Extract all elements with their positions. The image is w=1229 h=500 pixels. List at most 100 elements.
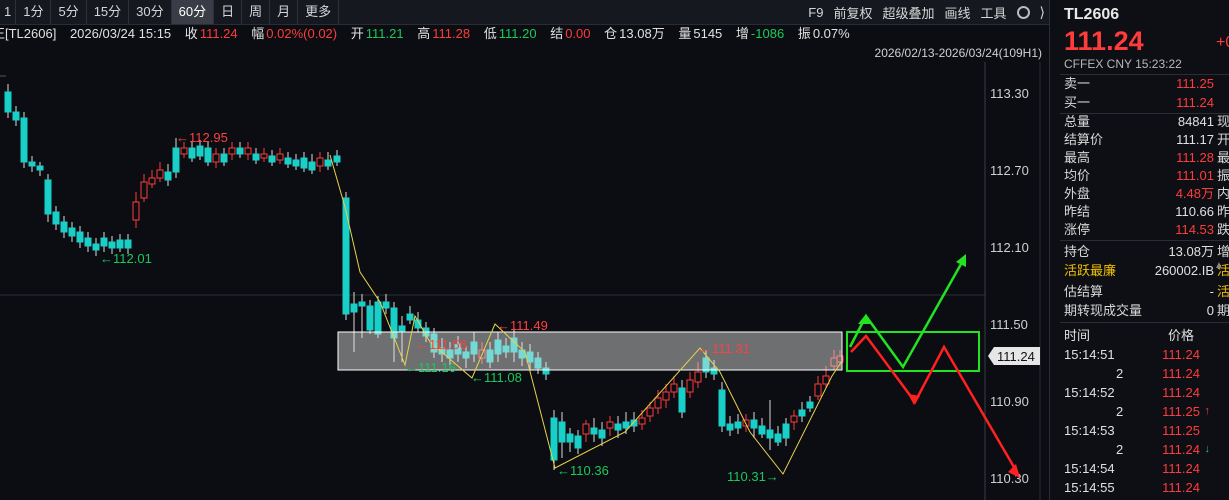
candle-down [308,161,316,171]
stat-label: 最高 [1064,150,1091,165]
tick-time: 2 [1116,404,1124,419]
candle-up [276,153,284,161]
candle-up [148,177,156,185]
tab-15min[interactable]: 15分 [87,0,130,24]
y-tick-label: 112.70 [990,163,1029,178]
stat-label: 外盘 [1064,186,1091,201]
candle-up [212,153,220,163]
tick-row: 2 111.24 ↓ [1064,440,1224,459]
stat-extra: 期 [1217,303,1229,318]
candle-down [92,243,100,251]
tick-price: 111.24 [1162,385,1200,400]
tick-row: 2 111.24 [1064,364,1224,383]
candlestick-chart[interactable]: 113.30 112.70 112.10 111.50 110.90 110.3… [0,62,1049,500]
f9-button[interactable]: F9 [808,5,823,20]
tick-time: 15:14:52 [1064,385,1115,400]
candles [4,84,844,470]
annotation-111-49: ←111.49 [497,318,548,333]
candle-up [662,391,670,401]
divider [1060,240,1229,241]
tick-row: 15:14:55 111.24 [1064,478,1224,497]
annotation-111-16: ←111.16 [405,360,456,375]
stat-value: 110.66 [1175,204,1214,219]
candle-down [204,147,212,163]
amp-value: 0.07% [812,26,850,41]
tools-button[interactable]: 工具 [981,3,1007,22]
candle-up [180,147,188,155]
low-label: 低 [483,26,497,41]
candle-down [558,421,566,443]
candle-down [20,117,28,163]
draw-button[interactable]: 画线 [945,3,971,22]
overlay-button[interactable]: 超级叠加 [882,3,934,22]
candle-down [398,325,406,333]
tick-time: 15:14:54 [1064,461,1115,476]
candle-down [4,91,12,113]
tab-week[interactable]: 周 [242,0,271,24]
y-tick-label: 110.90 [990,394,1029,409]
tab-more[interactable]: 更多 [298,0,340,24]
tick-row: 15:14:52 111.24 [1064,383,1224,402]
candle-down [382,301,390,309]
candle-up [228,147,236,155]
side-exchange: CFFEX CNY 15:23:22 [1064,57,1182,71]
period-toolbar: 1 1分 5分 15分 30分 60分 日 周 月 更多 F9 前复权 超级叠加… [0,0,1049,25]
candle-up [582,423,590,435]
adjust-button[interactable]: 前复权 [833,3,872,22]
tab-1min[interactable]: 1分 [16,0,52,24]
tick-time: 2 [1116,442,1124,457]
stat-extra: 振 [1217,168,1229,183]
tab-5min[interactable]: 5分 [51,0,87,24]
candle-down [774,433,782,443]
candle-down [172,147,180,173]
gear-icon[interactable] [1016,5,1030,19]
tick-time: 15:14:55 [1064,480,1115,495]
candle-up [316,157,324,167]
sell1-price: 111.25 [1176,76,1214,91]
buy1-row[interactable]: 买一 111.24 [1064,94,1214,112]
toolbar-right: F9 前复权 超级叠加 画线 工具 ⟩ [808,0,1045,24]
stat-label: 估结算 [1064,284,1104,299]
stat-row: 结算价 111.17 开 [1064,131,1229,149]
candle-down [678,387,686,413]
stat-row: 涨停 114.53 跌 [1064,221,1229,239]
stat-label: 活跃最廉 [1064,263,1117,278]
candle-down [406,313,414,321]
stat-value: 13.08万 [1168,244,1214,259]
stat-row: 总量 84841 现 [1064,113,1229,131]
candle-down [590,427,598,435]
candle-up [814,383,822,397]
candle-up [606,421,614,429]
side-change: +0 [1216,34,1229,51]
y-tick-label: 111.50 [990,317,1028,332]
y-axis: 113.30 112.70 112.10 111.50 110.90 110.3… [988,86,1040,486]
tab-60min[interactable]: 60分 [171,0,215,24]
candle-down [766,429,774,439]
tick-price: 111.25 [1162,423,1200,438]
candle-up [670,383,678,393]
candle-down [28,161,36,167]
tab-month[interactable]: 月 [270,0,299,24]
sell1-row[interactable]: 卖一 111.25 [1064,75,1214,93]
scroll-up-icon[interactable]: ▲ [1214,260,1224,271]
candle-down [358,301,366,307]
tab-1min-partial[interactable]: 1 [0,0,17,24]
grid [0,62,1041,500]
quote-side-panel: TL2606 111.24 +0 CFFEX CNY 15:23:22 卖一 1… [1049,0,1229,500]
side-last-price: 111.24 [1064,26,1144,56]
date-range: 2026/02/13-2026/03/24(109H1) [874,46,1042,60]
candle-down [574,435,582,449]
candle-down [284,157,292,165]
ticks-time-header: 时间 [1064,328,1091,343]
stat-value: 114.53 [1175,222,1214,237]
tab-30min[interactable]: 30分 [129,0,172,24]
tick-price: 111.24 [1162,347,1200,362]
collapse-icon[interactable]: ⟩ [1040,4,1045,21]
y-tick-label: 112.10 [990,240,1029,255]
candle-down [100,237,108,247]
tick-price: 111.24 [1162,461,1200,476]
tab-day[interactable]: 日 [214,0,243,24]
stat-label: 昨结 [1064,204,1091,219]
incr-label: 增 [735,26,749,41]
divider [1060,322,1229,323]
